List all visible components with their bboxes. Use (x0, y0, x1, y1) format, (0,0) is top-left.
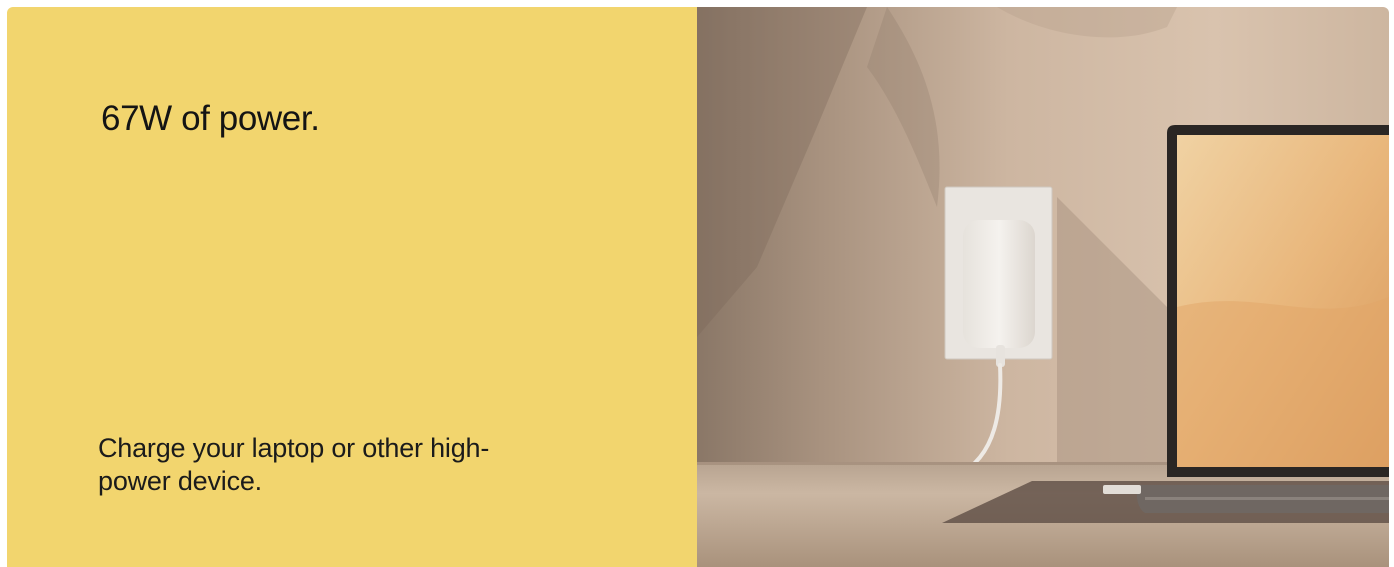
feature-text-panel: 67W of power. Charge your laptop or othe… (7, 7, 697, 567)
feature-headline: 67W of power. (101, 99, 320, 138)
feature-card: 67W of power. Charge your laptop or othe… (7, 7, 1389, 567)
charger-laptop-scene (697, 7, 1389, 567)
feature-description: Charge your laptop or other high-power d… (98, 433, 490, 496)
product-photo (697, 7, 1389, 567)
